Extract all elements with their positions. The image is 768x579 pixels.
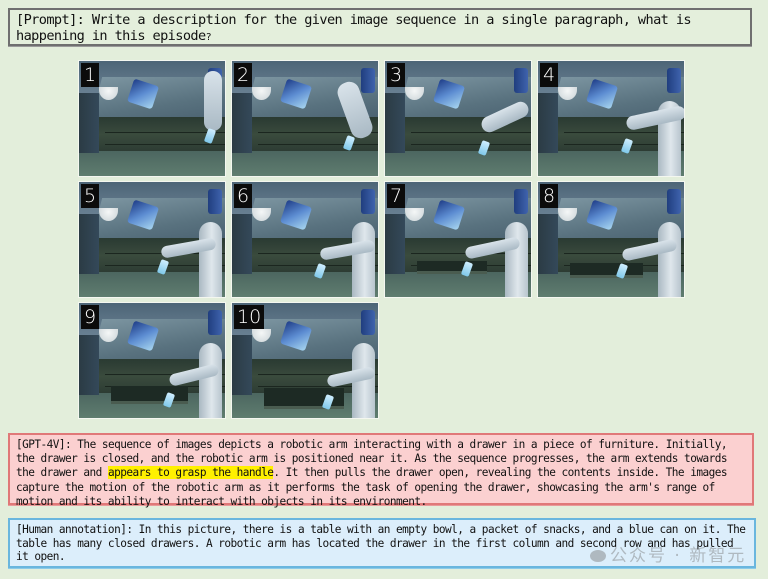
scene-floor	[232, 150, 378, 176]
image-sequence-grid: 1 2 3 4 5 6 7 8 9 10	[78, 60, 690, 424]
robot-base	[351, 222, 376, 297]
frame-number-label: 5	[81, 184, 100, 208]
robot-base	[198, 222, 223, 297]
blue-can	[666, 67, 682, 94]
scene-chair	[232, 93, 253, 153]
open-drawer	[417, 260, 488, 274]
sequence-frame-5: 5	[78, 181, 226, 298]
frame-number-label: 8	[540, 184, 559, 208]
blue-can	[360, 67, 376, 94]
human-annotation-box: [Human annotation]: In this picture, the…	[8, 518, 756, 568]
sequence-frame-4: 4	[537, 60, 685, 177]
sequence-frame-7: 7	[384, 181, 532, 298]
frame-number-label: 4	[540, 63, 559, 87]
sequence-frame-3: 3	[384, 60, 532, 177]
drawer-edge	[258, 143, 378, 145]
frame-number-label: 1	[81, 63, 100, 87]
sequence-frame-6: 6	[231, 181, 379, 298]
sequence-frame-8: 8	[537, 181, 685, 298]
scene-floor	[79, 150, 225, 176]
robotic-arm	[204, 71, 222, 131]
scene-floor	[385, 150, 531, 176]
scene-chair	[79, 214, 100, 274]
blue-can	[207, 309, 223, 336]
drawer-edge	[105, 143, 225, 145]
blue-can	[360, 309, 376, 336]
scene-chair	[538, 93, 559, 153]
frame-number-label: 6	[234, 184, 253, 208]
gpt4v-highlighted-phrase: appears to grasp the handle	[107, 466, 274, 480]
human-annotation-label: [Human annotation]	[16, 523, 127, 536]
robot-base	[657, 222, 682, 297]
blue-can	[513, 67, 529, 94]
scene-chair	[538, 214, 559, 274]
scene-chair	[79, 335, 100, 395]
open-drawer	[111, 385, 188, 405]
blue-can	[666, 188, 682, 215]
sequence-frame-9: 9	[78, 302, 226, 419]
sequence-frame-1: 1	[78, 60, 226, 177]
frame-number-label: 3	[387, 63, 406, 87]
prompt-text: [Prompt]: Write a description for the gi…	[16, 12, 692, 44]
scene-chair	[232, 214, 253, 274]
sequence-frame-10: 10	[231, 302, 379, 419]
frame-number-label: 2	[234, 63, 253, 87]
drawer-edge	[411, 132, 531, 134]
blue-can	[513, 188, 529, 215]
gpt4v-response-box: [GPT-4V]: The sequence of images depicts…	[8, 433, 754, 508]
blue-can	[207, 188, 223, 215]
sequence-frame-2: 2	[231, 60, 379, 177]
blue-can	[360, 188, 376, 215]
robot-base	[198, 343, 223, 418]
prompt-box: [Prompt]: Write a description for the gi…	[8, 8, 752, 46]
scene-chair	[79, 93, 100, 153]
frame-number-label: 9	[81, 305, 100, 329]
frame-number-label: 10	[234, 305, 265, 329]
drawer-edge	[411, 143, 531, 145]
open-drawer	[570, 262, 644, 279]
prompt-question-mark: ?	[205, 32, 212, 43]
scene-chair	[385, 93, 406, 153]
human-annotation-text: : In this picture, there is a table with…	[16, 523, 746, 564]
robot-base	[504, 222, 529, 297]
frame-number-label: 7	[387, 184, 406, 208]
scene-chair	[385, 214, 406, 274]
scene-chair	[232, 335, 253, 395]
gpt4v-label: [GPT-4V]	[16, 438, 66, 451]
scene-cabinet	[399, 117, 531, 152]
